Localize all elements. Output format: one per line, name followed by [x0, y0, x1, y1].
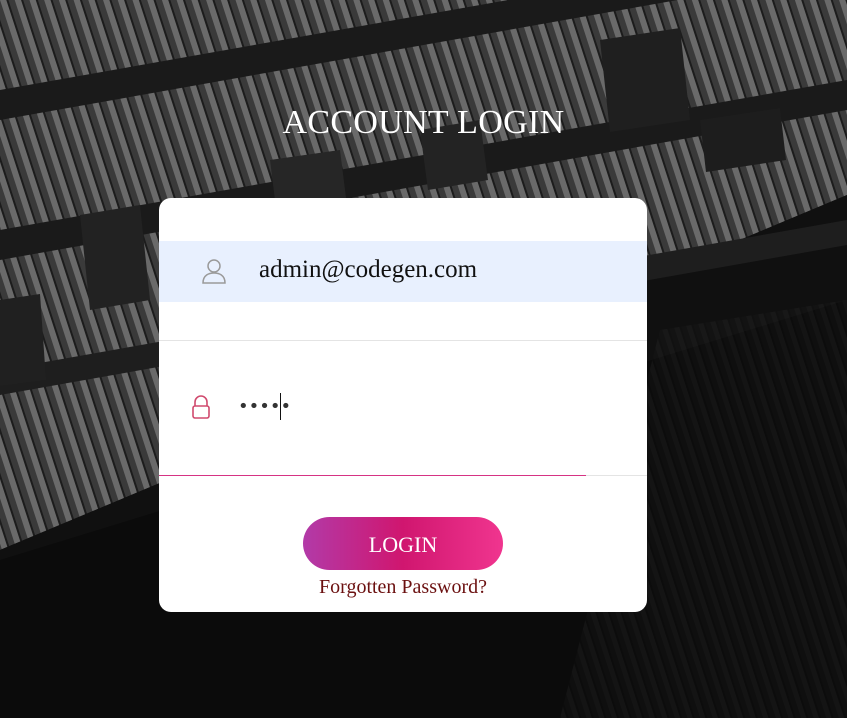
- lock-icon: [190, 395, 212, 419]
- password-input-value[interactable]: •••••: [238, 396, 291, 417]
- divider: [159, 340, 647, 341]
- email-input-value[interactable]: admin@codegen.com: [259, 256, 477, 284]
- divider: [586, 475, 647, 476]
- password-field[interactable]: •••••: [159, 380, 647, 440]
- password-focus-underline: [159, 475, 586, 476]
- page-title: ACCOUNT LOGIN: [282, 104, 565, 141]
- email-field[interactable]: admin@codegen.com: [159, 241, 647, 302]
- login-card: admin@codegen.com ••••• LOGIN Forgotten …: [159, 198, 647, 612]
- login-button[interactable]: LOGIN: [303, 517, 503, 570]
- text-cursor: [280, 393, 281, 420]
- user-icon: [201, 258, 227, 284]
- login-page: ACCOUNT LOGIN admin@codegen.com ••••• LO…: [0, 0, 847, 718]
- forgot-password-link[interactable]: Forgotten Password?: [159, 576, 647, 599]
